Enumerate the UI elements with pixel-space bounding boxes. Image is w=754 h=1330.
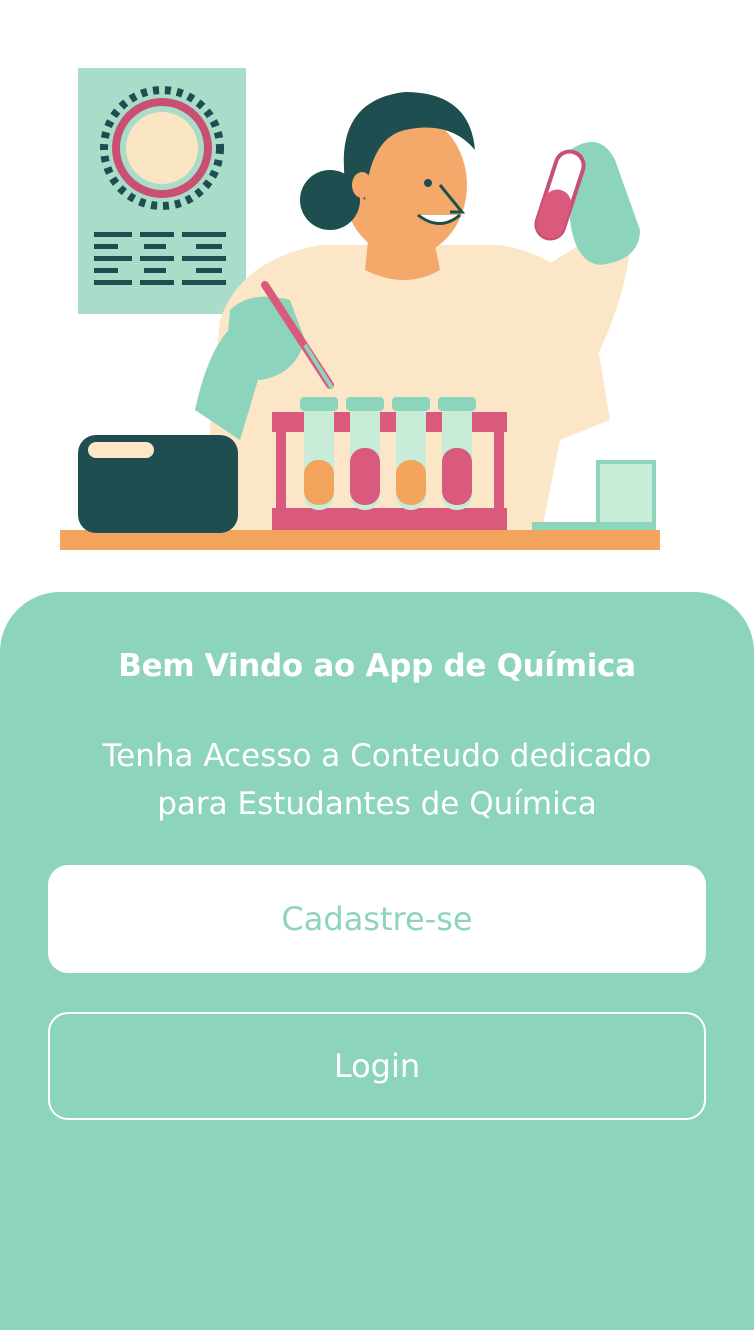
virus-poster (78, 68, 246, 314)
welcome-subtitle: Tenha Acesso a Conteudo dedicado para Es… (60, 732, 694, 828)
subtitle-line-2: para Estudantes de Química (157, 786, 597, 822)
register-button[interactable]: Cadastre-se (48, 865, 706, 973)
scientist-illustration (0, 0, 754, 600)
subtitle-line-1: Tenha Acesso a Conteudo dedicado (102, 738, 652, 774)
lab-scene-svg (60, 68, 660, 550)
lab-device (78, 435, 238, 533)
welcome-title: Bem Vindo ao App de Química (118, 648, 636, 684)
login-button[interactable]: Login (48, 1012, 706, 1120)
